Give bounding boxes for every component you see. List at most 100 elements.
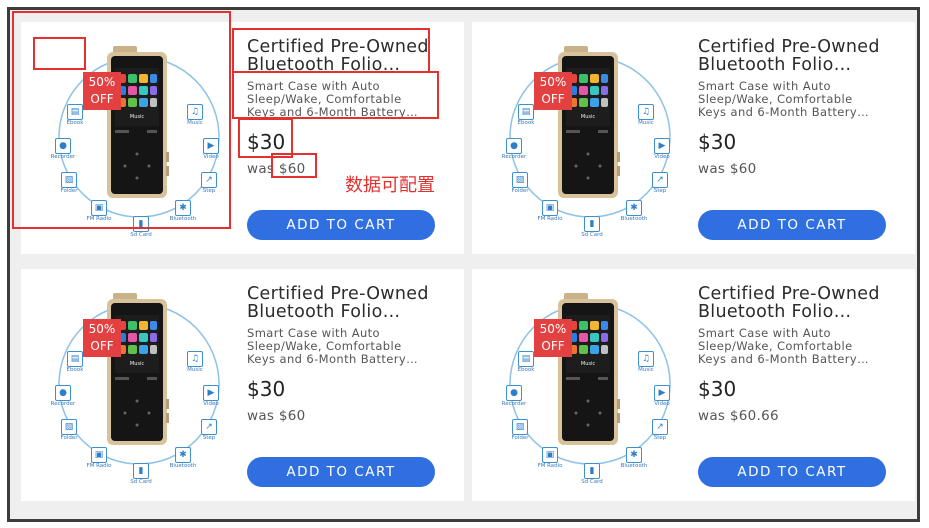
step-icon: ↗: [652, 172, 668, 188]
feature-item: ✱ Bluetooth: [621, 200, 647, 222]
sd-card-icon: ▮: [133, 463, 149, 479]
current-price: $30: [698, 130, 737, 154]
feature-item: ▤ Ebook: [65, 351, 85, 373]
svg-text:Music: Music: [130, 361, 144, 367]
feature-label: Ebook: [66, 367, 84, 373]
product-card-3: Music ▤ Ebook ♫ Music ● Recorder ▶ Video ▧ Folder…: [21, 269, 464, 501]
badge-percent: 50%: [88, 322, 116, 336]
feature-label: Sd Card: [581, 232, 603, 238]
feature-label: Music: [187, 367, 203, 373]
bluetooth-icon: ✱: [175, 447, 191, 463]
badge-percent: 50%: [539, 322, 567, 336]
feature-item: ▶ Video: [652, 385, 672, 407]
desc-line-2: Sleep/Wake, Comfortable: [247, 340, 402, 353]
annotation-box-title: [232, 28, 430, 73]
was-label: was: [698, 161, 726, 177]
product-title[interactable]: Certified Pre-Owned Bluetooth Folio…: [698, 38, 894, 74]
svg-text:Music: Music: [581, 114, 595, 120]
recorder-icon: ●: [506, 385, 522, 401]
desc-line-1: Smart Case with Auto: [698, 80, 831, 93]
music-icon: ♫: [638, 104, 654, 120]
discount-badge: 50% OFF: [534, 72, 572, 110]
was-label: was: [698, 408, 726, 424]
desc-line-1: Smart Case with Auto: [247, 327, 380, 340]
feature-item: ▶ Video: [201, 385, 221, 407]
annotation-box-was: [271, 153, 317, 178]
add-to-cart-button[interactable]: ADD TO CART: [247, 210, 435, 240]
feature-item: ▣ FM Radio: [86, 447, 112, 469]
add-to-cart-button[interactable]: ADD TO CART: [698, 457, 886, 487]
feature-label: Video: [654, 401, 670, 407]
desc-line-2: Sleep/Wake, Comfortable: [698, 93, 853, 106]
bluetooth-icon: ✱: [626, 200, 642, 216]
feature-label: Video: [203, 401, 219, 407]
feature-item: ▮ Sd Card: [130, 463, 152, 485]
ebook-icon: ▤: [67, 351, 83, 367]
feature-item: ● Recorder: [502, 138, 526, 160]
badge-off: OFF: [541, 339, 565, 353]
desc-line-1: Smart Case with Auto: [698, 327, 831, 340]
feature-label: Recorder: [501, 401, 527, 407]
feature-item: ▶ Video: [652, 138, 672, 160]
original-price: was $60: [247, 408, 306, 424]
folder-icon: ▧: [512, 172, 528, 188]
feature-item: ▣ FM Radio: [537, 200, 563, 222]
feature-label: Bluetooth: [169, 463, 197, 469]
product-image[interactable]: Music ▤ Ebook ♫ Music ● Recorder ▶ Video ▧ Folder…: [502, 289, 682, 485]
feature-item: ↗ Step: [199, 419, 219, 441]
feature-label: Folder: [60, 435, 78, 441]
add-to-cart-button[interactable]: ADD TO CART: [698, 210, 886, 240]
feature-label: Folder: [511, 435, 529, 441]
folder-icon: ▧: [61, 419, 77, 435]
music-icon: ♫: [638, 351, 654, 367]
title-line-2: Bluetooth Folio…: [698, 56, 852, 74]
bluetooth-icon: ✱: [626, 447, 642, 463]
feature-item: ↗ Step: [650, 172, 670, 194]
badge-percent: 50%: [539, 75, 567, 89]
feature-item: ▣ FM Radio: [537, 447, 563, 469]
fm-radio-icon: ▣: [542, 200, 558, 216]
product-description: Smart Case with Auto Sleep/Wake, Comfort…: [698, 327, 894, 366]
current-price: $30: [698, 377, 737, 401]
title-line-2: Bluetooth Folio…: [247, 303, 401, 321]
feature-label: Recorder: [501, 154, 527, 160]
was-value: $60: [729, 161, 757, 177]
original-price: was $60.66: [698, 408, 779, 424]
feature-label: Step: [202, 435, 216, 441]
annotation-box-price: [238, 118, 293, 158]
product-description: Smart Case with Auto Sleep/Wake, Comfort…: [247, 327, 443, 366]
fm-radio-icon: ▣: [91, 447, 107, 463]
title-line-1: Certified Pre-Owned: [247, 285, 429, 303]
sd-card-icon: ▮: [584, 216, 600, 232]
feature-label: FM Radio: [86, 463, 112, 469]
feature-item: ▧ Folder: [510, 172, 530, 194]
video-icon: ▶: [203, 385, 219, 401]
ebook-icon: ▤: [518, 104, 534, 120]
feature-item: ▧ Folder: [59, 419, 79, 441]
product-title[interactable]: Certified Pre-Owned Bluetooth Folio…: [247, 285, 443, 321]
desc-line-2: Sleep/Wake, Comfortable: [698, 340, 853, 353]
add-to-cart-button[interactable]: ADD TO CART: [247, 457, 435, 487]
desc-line-3: Keys and 6-Month Battery…: [698, 353, 870, 366]
feature-label: Ebook: [517, 120, 535, 126]
desc-line-3: Keys and 6-Month Battery…: [698, 106, 870, 119]
annotation-box-desc: [232, 71, 439, 119]
product-image[interactable]: Music ▤ Ebook ♫ Music ● Recorder ▶ Video ▧ Folder…: [502, 42, 682, 238]
feature-label: Sd Card: [130, 479, 152, 485]
recorder-icon: ●: [506, 138, 522, 154]
svg-text:Music: Music: [581, 361, 595, 367]
product-image[interactable]: Music ▤ Ebook ♫ Music ● Recorder ▶ Video ▧ Folder…: [51, 289, 231, 485]
was-label: was: [247, 408, 275, 424]
music-icon: ♫: [187, 351, 203, 367]
step-icon: ↗: [652, 419, 668, 435]
feature-item: ♫ Music: [636, 351, 656, 373]
feature-label: Bluetooth: [620, 216, 648, 222]
feature-label: Ebook: [517, 367, 535, 373]
discount-badge: 50% OFF: [534, 319, 572, 357]
feature-item: ● Recorder: [51, 385, 75, 407]
feature-label: Step: [653, 188, 667, 194]
discount-badge: 50% OFF: [83, 319, 121, 357]
feature-label: FM Radio: [537, 463, 563, 469]
product-title[interactable]: Certified Pre-Owned Bluetooth Folio…: [698, 285, 894, 321]
feature-label: FM Radio: [537, 216, 563, 222]
